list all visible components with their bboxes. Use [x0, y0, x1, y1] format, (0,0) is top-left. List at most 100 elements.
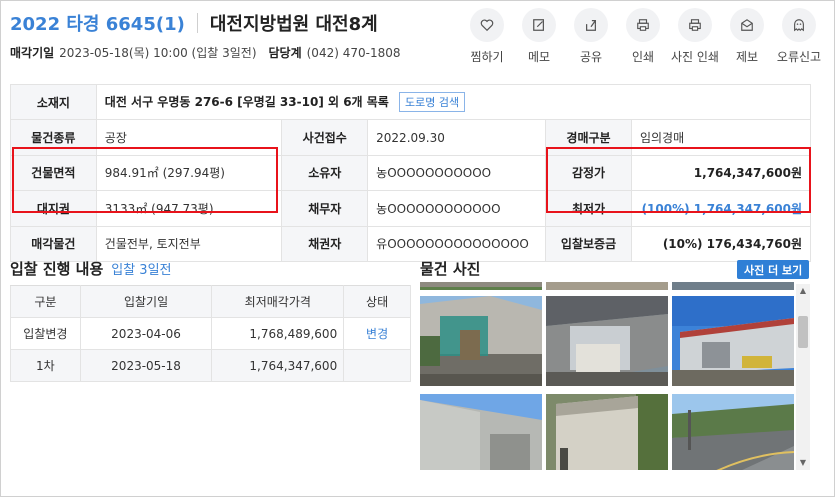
dept-label: 담당계	[268, 46, 302, 60]
bid-status-link[interactable]: 변경	[343, 317, 411, 350]
bid-price: 1,764,347,600	[211, 349, 345, 382]
property-info-table: 소재지 대전 서구 우명동 276-6 [우명길 33-10] 외 6개 목록 …	[10, 83, 812, 262]
photo-thumbnail[interactable]	[420, 296, 542, 386]
location-label: 소재지	[10, 83, 97, 121]
court-name: 대전지방법원 대전8계	[209, 14, 378, 35]
location-value: 대전 서구 우명동 276-6 [우명길 33-10] 외 6개 목록	[104, 95, 389, 110]
bid-kind: 1차	[10, 349, 81, 382]
info-row: 소재지 대전 서구 우명동 276-6 [우명길 33-10] 외 6개 목록 …	[10, 83, 812, 121]
error-report-label: 오류신고	[776, 50, 822, 64]
error-report-button[interactable]: 오류신고	[773, 8, 825, 65]
scrollbar-thumb[interactable]	[798, 316, 808, 348]
bid-price: 1,768,489,600	[211, 317, 345, 350]
favorite-label: 찜하기	[470, 50, 504, 64]
type-label: 물건종류	[10, 119, 97, 156]
sale-items-value: 건물전부, 토지전부	[95, 225, 283, 262]
share-button[interactable]: 공유	[565, 8, 617, 65]
owner-value: 농OOOOOOOOOOO	[367, 154, 547, 192]
creditor-value: 유OOOOOOOOOOOOOOO	[367, 225, 547, 262]
auction-type-label: 경매구분	[545, 119, 632, 156]
min-price-label: 최저가	[545, 190, 632, 227]
bid-history-table: 구분 입찰기일 최저매각가격 상태 입찰변경 2023-04-06 1,768,…	[10, 285, 411, 382]
more-photos-button[interactable]: 사진 더 보기	[737, 260, 810, 279]
sale-date-label: 매각기일	[10, 46, 55, 60]
scroll-up-icon[interactable]: ▲	[796, 284, 810, 298]
photo-thumbnail[interactable]	[420, 394, 542, 470]
photo-thumbnail[interactable]	[672, 282, 794, 290]
sale-info-row: 매각기일 2023-05-18(목) 10:00 (입찰 3일전) 담당계 (0…	[10, 44, 412, 61]
share-label: 공유	[579, 50, 603, 64]
memo-label: 메모	[527, 50, 551, 64]
print-button[interactable]: 인쇄	[617, 8, 669, 65]
column-header: 상태	[343, 285, 411, 318]
photo-thumbnail[interactable]	[546, 282, 668, 290]
filed-value: 2022.09.30	[367, 119, 547, 156]
bid-status	[343, 349, 411, 382]
photo-thumbnail[interactable]	[546, 296, 668, 386]
photo-thumbnail[interactable]	[546, 394, 668, 470]
photo-print-label: 사진 인쇄	[671, 50, 719, 64]
building-area-label: 건물면적	[10, 154, 97, 192]
photo-thumbnail[interactable]	[420, 282, 542, 290]
title-row: 2022 타경 6645(1) 대전지방법원 대전8계	[10, 8, 378, 38]
deposit-label: 입찰보증금	[545, 225, 632, 262]
bid-date: 2023-04-06	[79, 317, 213, 350]
photo-print-button[interactable]: 사진 인쇄	[669, 8, 721, 65]
bid-date: 2023-05-18	[79, 349, 213, 382]
location-cell: 대전 서구 우명동 276-6 [우명길 33-10] 외 6개 목록 도로명 …	[95, 83, 812, 121]
column-header: 최저매각가격	[211, 285, 345, 318]
min-price-value[interactable]: (100%) 1,764,347,600원	[630, 190, 812, 227]
report-mail-icon	[730, 8, 764, 42]
info-row: 물건종류 공장 사건접수 2022.09.30 경매구분 임의경매	[10, 119, 812, 156]
photo-thumbnail[interactable]	[672, 394, 794, 470]
table-row: 1차 2023-05-18 1,764,347,600	[10, 349, 411, 382]
bid-section-title: 입찰 진행 내용 입찰 3일전	[10, 258, 172, 279]
heart-icon	[470, 8, 504, 42]
photo-scrollbar[interactable]: ▲ ▼	[796, 284, 810, 470]
case-number[interactable]: 2022 타경 6645(1)	[10, 10, 185, 36]
owner-label: 소유자	[281, 154, 369, 192]
land-right-label: 대지권	[10, 190, 97, 227]
type-value: 공장	[95, 119, 283, 156]
photo-section-title: 물건 사진	[420, 260, 481, 278]
auction-type-value: 임의경매	[630, 119, 812, 156]
share-icon	[574, 8, 608, 42]
bid-kind: 입찰변경	[10, 317, 81, 350]
land-right-value: 3133㎡ (947.73평)	[95, 190, 283, 227]
table-row: 입찰변경 2023-04-06 1,768,489,600 변경	[10, 317, 411, 350]
print-icon	[626, 8, 660, 42]
debtor-value: 농OOOOOOOOOOOO	[367, 190, 547, 227]
ghost-icon	[782, 8, 816, 42]
sale-date-value: 2023-05-18(목) 10:00 (입찰 3일전)	[59, 46, 257, 60]
deposit-value: (10%) 176,434,760원	[630, 225, 812, 262]
bid-days-tag: 입찰 3일전	[111, 263, 172, 278]
column-header: 입찰기일	[79, 285, 213, 318]
action-toolbar: 찜하기 메모 공유 인쇄 사진 인쇄 제보 오류신고	[461, 8, 825, 65]
photo-grid	[418, 282, 794, 470]
road-name-search-button[interactable]: 도로명 검색	[399, 92, 466, 113]
appraisal-label: 감정가	[545, 154, 632, 192]
debtor-label: 채무자	[281, 190, 369, 227]
appraisal-value: 1,764,347,600원	[630, 154, 812, 192]
info-row: 건물면적 984.91㎡ (297.94평) 소유자 농OOOOOOOOOOO …	[10, 154, 812, 192]
filed-label: 사건접수	[281, 119, 369, 156]
dept-phone: (042) 470-1808	[306, 45, 401, 60]
favorite-button[interactable]: 찜하기	[461, 8, 513, 65]
report-button[interactable]: 제보	[721, 8, 773, 65]
photo-thumbnail[interactable]	[672, 296, 794, 386]
memo-button[interactable]: 메모	[513, 8, 565, 65]
creditor-label: 채권자	[281, 225, 369, 262]
photo-print-icon	[678, 8, 712, 42]
info-row: 매각물건 건물전부, 토지전부 채권자 유OOOOOOOOOOOOOOO 입찰보…	[10, 225, 812, 262]
report-label: 제보	[735, 50, 759, 64]
building-area-value: 984.91㎡ (297.94평)	[95, 154, 283, 192]
scroll-down-icon[interactable]: ▼	[796, 456, 810, 470]
memo-icon	[522, 8, 556, 42]
column-header: 구분	[10, 285, 81, 318]
table-header-row: 구분 입찰기일 최저매각가격 상태	[10, 285, 411, 318]
title-divider	[196, 13, 198, 33]
info-row: 대지권 3133㎡ (947.73평) 채무자 농OOOOOOOOOOOO 최저…	[10, 190, 812, 227]
print-label: 인쇄	[631, 50, 655, 64]
sale-items-label: 매각물건	[10, 225, 97, 262]
bid-section-title-text: 입찰 진행 내용	[10, 260, 104, 278]
